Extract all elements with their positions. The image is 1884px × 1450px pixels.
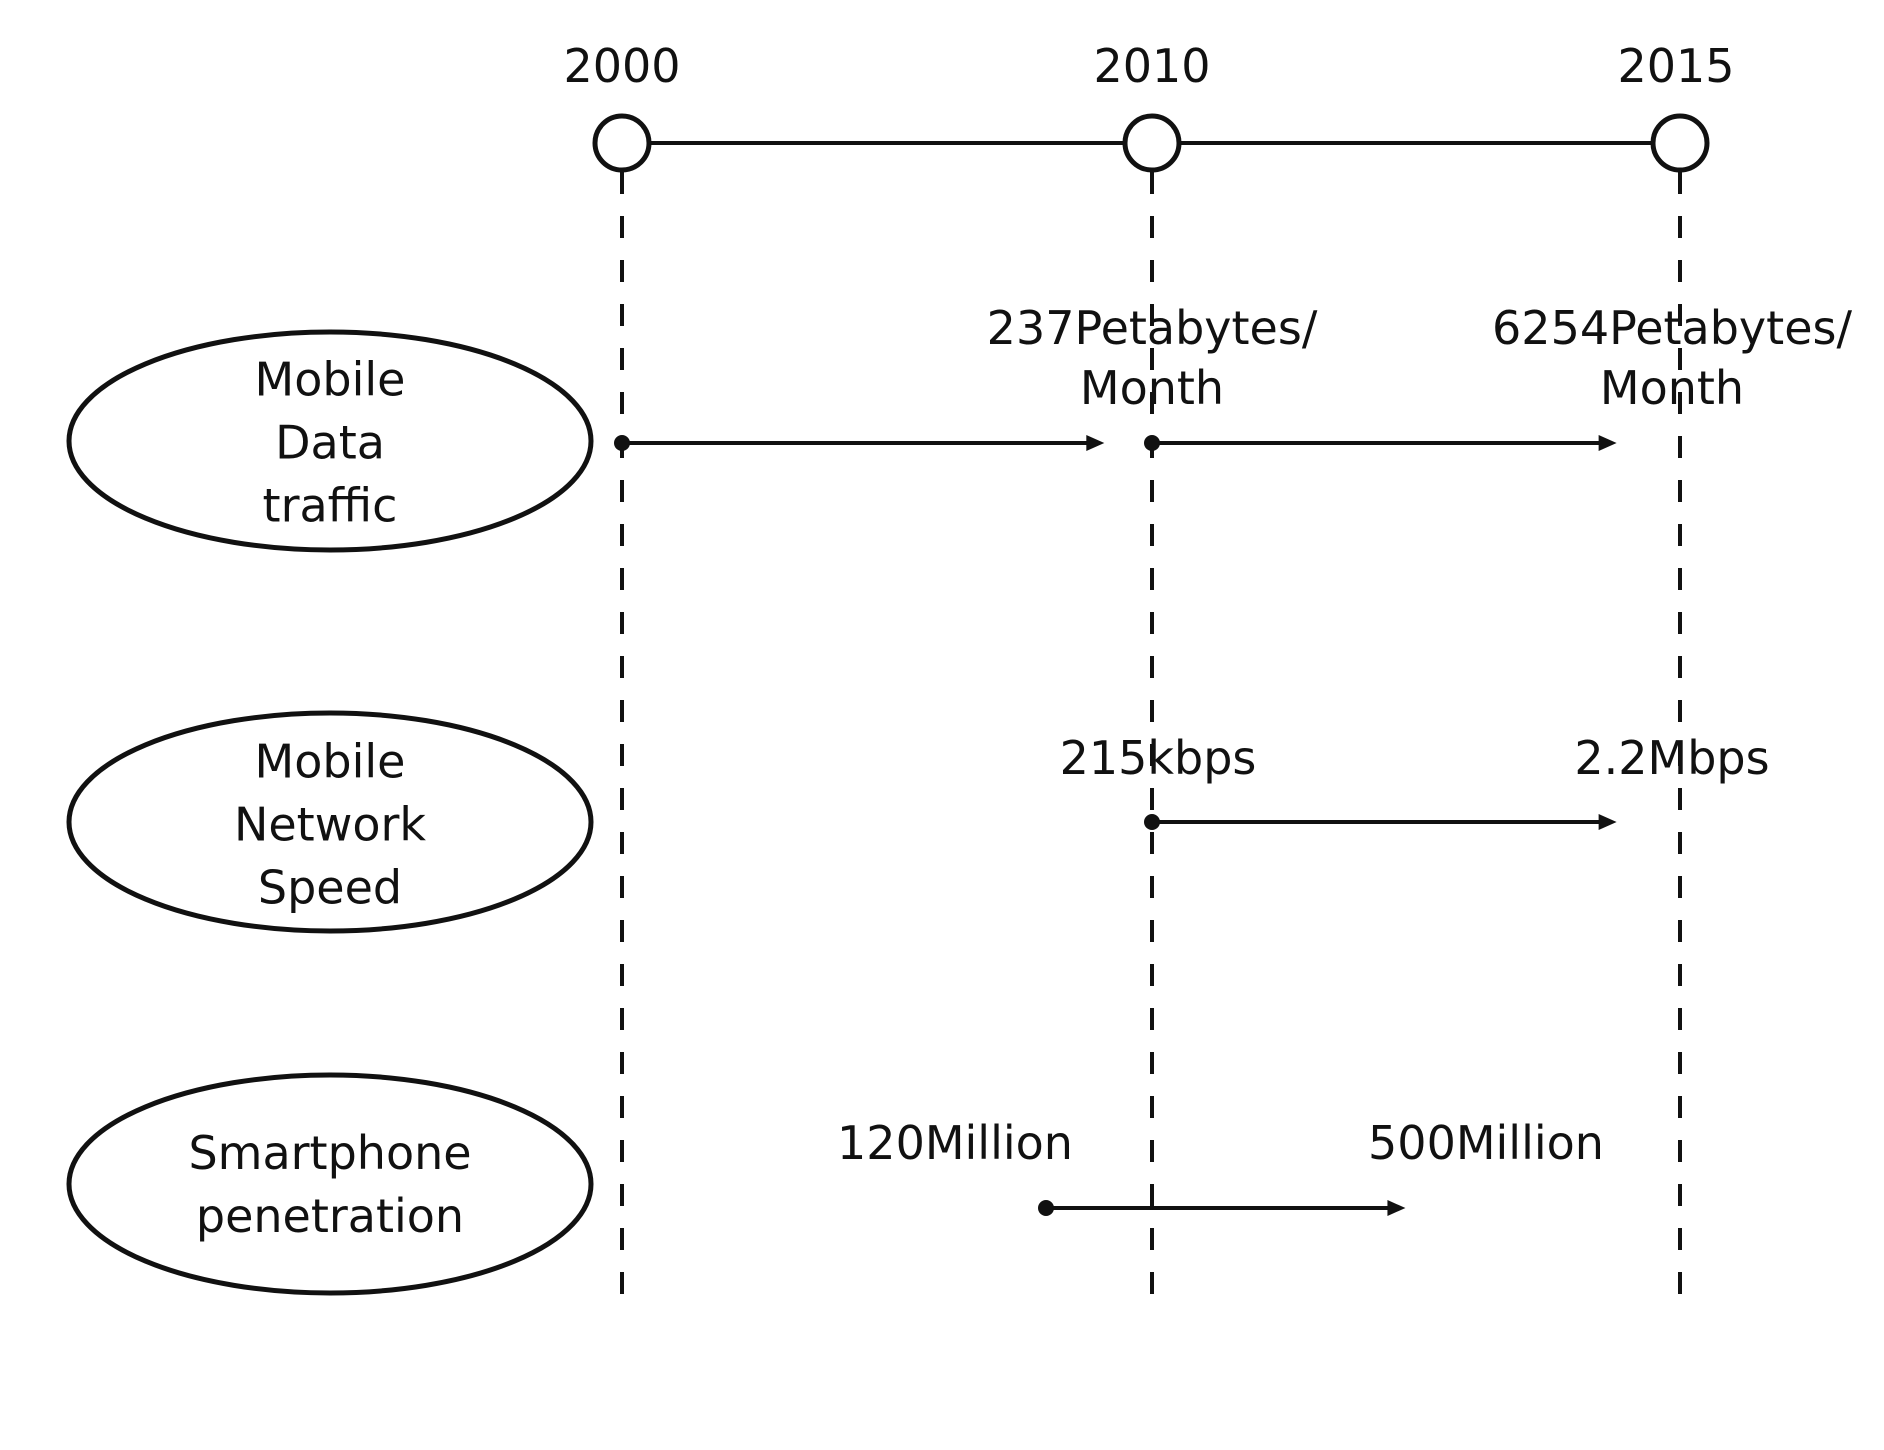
year-node-2000 [592, 113, 652, 173]
category-line: Smartphone [188, 1126, 472, 1180]
value-label-data-traffic-2010: 237Petabytes/ Month [987, 298, 1318, 418]
trend-arrow-start-dot [1144, 435, 1160, 451]
year-label-2010: 2010 [1093, 39, 1211, 93]
category-line: traffic [262, 478, 398, 533]
value-line: 6254Petabytes/ [1492, 301, 1852, 355]
category-line: Speed [257, 860, 403, 915]
value-line: Month [1079, 361, 1225, 415]
trend-arrow-start-dot [1038, 1200, 1054, 1216]
value-label-data-traffic-2015: 6254Petabytes/ Month [1492, 298, 1852, 418]
category-line: Mobile [254, 352, 406, 407]
category-line: Data [275, 415, 385, 470]
value-label-network-speed-2010: 215kbps [1059, 731, 1257, 785]
value-line: Month [1599, 361, 1745, 415]
year-node-2010 [1122, 113, 1182, 173]
value-label-smartphone-2010: 120Million [837, 1116, 1073, 1170]
category-label-mobile-network-speed: Mobile Network Speed [234, 731, 426, 920]
value-label-smartphone-2015: 500Million [1368, 1116, 1604, 1170]
category-line: Network [233, 797, 427, 852]
trend-arrow-head [1598, 814, 1617, 830]
value-line: 237Petabytes/ [986, 301, 1318, 355]
trend-arrow-head [1387, 1200, 1406, 1216]
category-line: penetration [195, 1189, 465, 1243]
trend-arrow-start-dot [1144, 814, 1160, 830]
category-label-mobile-data-traffic: Mobile Data traffic [255, 349, 406, 538]
year-label-2000: 2000 [563, 39, 681, 93]
category-line: Mobile [254, 734, 406, 789]
year-label-2015: 2015 [1617, 39, 1735, 93]
trend-arrow-head [1086, 435, 1105, 451]
year-node-2015 [1650, 113, 1710, 173]
category-label-smartphone-penetration: Smartphone penetration [188, 1122, 471, 1248]
trend-arrow-start-dot [614, 435, 630, 451]
trend-arrow-head [1598, 435, 1617, 451]
value-label-network-speed-2015: 2.2Mbps [1574, 731, 1770, 785]
